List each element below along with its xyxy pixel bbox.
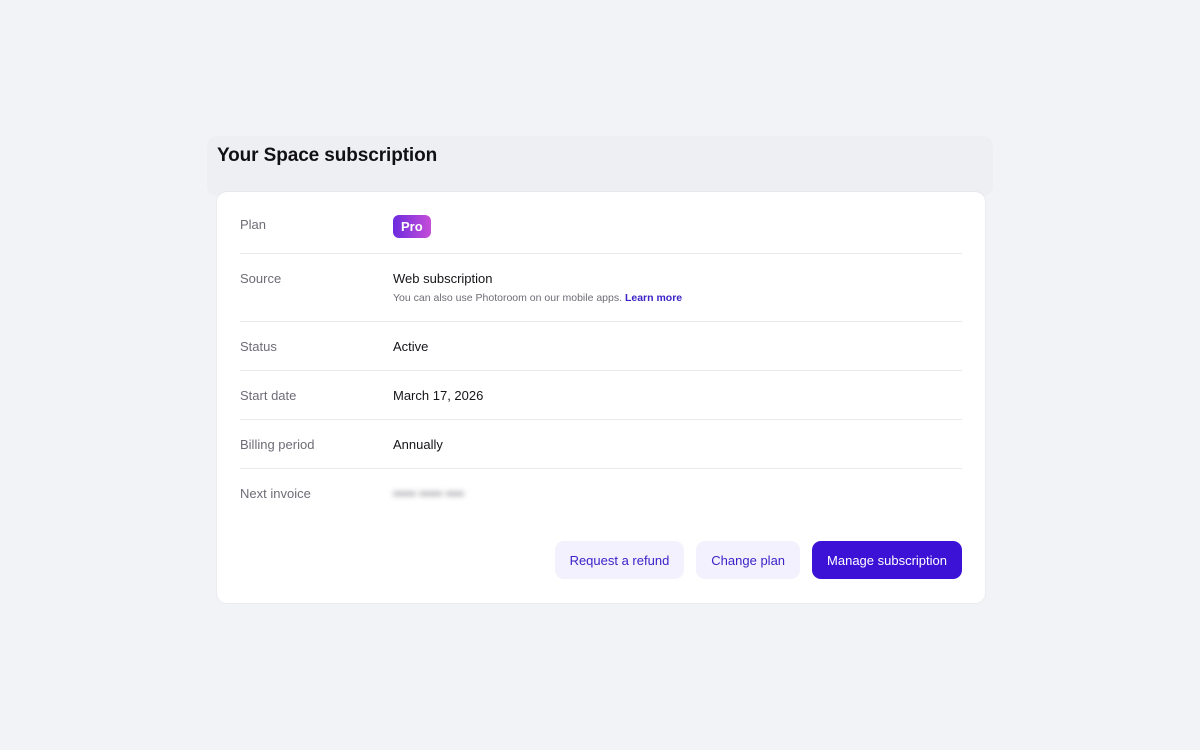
billing-period-label: Billing period: [240, 437, 315, 452]
source-value: Web subscription: [393, 271, 493, 286]
status-row: Status Active: [240, 322, 962, 371]
billing-period-value: Annually: [393, 437, 443, 452]
learn-more-link[interactable]: Learn more: [625, 292, 682, 304]
plan-row: Plan Pro: [240, 192, 962, 254]
source-row: Source Web subscription You can also use…: [240, 254, 962, 322]
plan-badge: Pro: [393, 215, 431, 238]
next-invoice-row: Next invoice ••••• ••••• ••••: [240, 469, 962, 518]
page-title: Your Space subscription: [217, 145, 438, 166]
source-note-text: You can also use Photoroom on our mobile…: [393, 292, 623, 304]
subscription-details: Plan Pro Source Web subscription You can…: [240, 192, 962, 518]
request-refund-button[interactable]: Request a refund: [554, 541, 685, 579]
start-date-label: Start date: [240, 388, 297, 403]
source-note: You can also use Photoroom on our mobile…: [393, 292, 682, 304]
next-invoice-value-blurred: ••••• ••••• ••••: [393, 486, 464, 501]
subscription-actions: Request a refund Change plan Manage subs…: [554, 541, 962, 579]
status-value: Active: [393, 339, 429, 354]
status-label: Status: [240, 339, 277, 354]
start-date-value: March 17, 2026: [393, 388, 484, 403]
plan-label: Plan: [240, 217, 267, 232]
start-date-row: Start date March 17, 2026: [240, 371, 962, 420]
subscription-card: Plan Pro Source Web subscription You can…: [217, 192, 985, 603]
change-plan-button[interactable]: Change plan: [696, 541, 801, 579]
billing-period-row: Billing period Annually: [240, 420, 962, 469]
manage-subscription-button[interactable]: Manage subscription: [812, 541, 962, 579]
next-invoice-label: Next invoice: [240, 486, 311, 501]
source-label: Source: [240, 271, 282, 286]
